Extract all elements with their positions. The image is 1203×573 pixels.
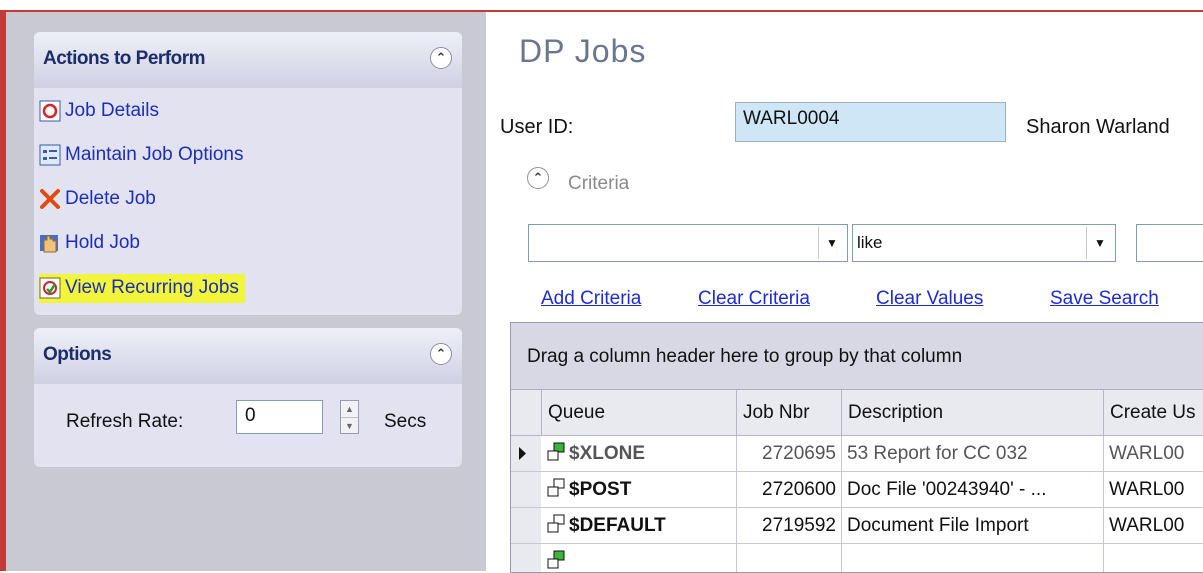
dropdown-arrow-icon[interactable]: ▼ [1086, 227, 1113, 259]
actions-panel: Actions to Perform ⌃ Job Details Maintai… [34, 32, 462, 315]
create-user-cell: WARL00 [1103, 508, 1203, 543]
main-content: DP Jobs User ID: WARL0004 Sharon Warland… [486, 12, 1203, 573]
action-hold-job[interactable]: Hold Job [39, 230, 140, 256]
job-nbr-cell: 2719592 [736, 508, 841, 543]
criteria-operator-combo[interactable]: like ▼ [852, 224, 1116, 262]
action-delete-job[interactable]: Delete Job [39, 186, 156, 212]
job-details-icon [39, 100, 61, 122]
table-row[interactable]: $POST 2720600 Doc File '00243940' - ... … [511, 472, 1203, 508]
job-nbr-cell: 2720695 [736, 436, 841, 471]
refresh-unit-label: Secs [384, 411, 427, 432]
row-selector [511, 508, 541, 543]
clear-values-link[interactable]: Clear Values [876, 288, 983, 310]
options-panel-header[interactable]: Options ⌃ [34, 328, 462, 384]
group-by-area[interactable]: Drag a column header here to group by th… [511, 323, 1203, 390]
action-label: Hold Job [65, 232, 140, 253]
recurring-jobs-icon [39, 277, 61, 299]
refresh-rate-input[interactable]: 0 [236, 400, 323, 434]
description-cell: Document File Import [841, 508, 1103, 543]
row-selector-header [511, 390, 541, 435]
left-sidebar: Actions to Perform ⌃ Job Details Maintai… [6, 12, 486, 571]
options-panel-title: Options [43, 344, 112, 365]
save-search-link[interactable]: Save Search [1050, 288, 1159, 310]
queue-icon [546, 439, 566, 461]
queue-icon [546, 511, 566, 533]
table-row[interactable]: $DEFAULT 2719592 Document File Import WA… [511, 508, 1203, 544]
dropdown-arrow-icon[interactable]: ▼ [818, 227, 845, 259]
column-header-job-nbr[interactable]: Job Nbr [736, 390, 841, 435]
refresh-rate-label: Refresh Rate: [66, 411, 184, 432]
actions-panel-title: Actions to Perform [43, 48, 206, 69]
action-view-recurring-jobs[interactable]: View Recurring Jobs [39, 274, 245, 303]
current-row-indicator [511, 436, 541, 471]
refresh-rate-spinner[interactable]: ▲ ▼ [340, 400, 359, 434]
action-label: Job Details [65, 100, 159, 121]
queue-cell: $DEFAULT [541, 508, 736, 543]
criteria-field-combo[interactable]: ▼ [528, 224, 848, 262]
options-panel: Options ⌃ Refresh Rate: 0 ▲ ▼ Secs [34, 328, 462, 467]
row-selector [511, 544, 541, 572]
queue-cell: $XLONE [541, 436, 736, 471]
queue-icon [546, 475, 566, 497]
queue-name: $DEFAULT [569, 515, 666, 536]
options-icon [39, 144, 61, 166]
action-label: Maintain Job Options [65, 144, 244, 165]
column-header-create-user[interactable]: Create Us [1103, 390, 1203, 435]
user-id-label: User ID: [500, 116, 574, 138]
column-header-queue[interactable]: Queue [541, 390, 736, 435]
queue-cell [541, 544, 736, 572]
create-user-cell: WARL00 [1103, 436, 1203, 471]
description-cell: 53 Report for CC 032 [841, 436, 1103, 471]
column-header-description[interactable]: Description [841, 390, 1103, 435]
queue-name: $XLONE [569, 443, 646, 464]
action-maintain-job-options[interactable]: Maintain Job Options [39, 142, 244, 168]
description-cell: Doc File '00243940' - ... [841, 472, 1103, 507]
clear-criteria-link[interactable]: Clear Criteria [698, 288, 810, 310]
action-label: Delete Job [65, 188, 156, 209]
description-cell [841, 544, 1103, 572]
queue-name: $POST [569, 479, 632, 500]
jobs-grid: Drag a column header here to group by th… [510, 322, 1203, 573]
collapse-options-icon[interactable]: ⌃ [430, 343, 452, 365]
create-user-cell [1103, 544, 1203, 572]
page-title: DP Jobs [519, 33, 647, 69]
grid-header-row: Queue Job Nbr Description Create Us [511, 390, 1203, 436]
job-nbr-cell: 2720600 [736, 472, 841, 507]
action-job-details[interactable]: Job Details [39, 98, 159, 124]
add-criteria-link[interactable]: Add Criteria [541, 288, 641, 310]
window-top-edge [0, 0, 1203, 12]
create-user-cell: WARL00 [1103, 472, 1203, 507]
group-by-hint: Drag a column header here to group by th… [527, 346, 963, 367]
hold-hand-icon [39, 232, 61, 254]
spin-down-icon[interactable]: ▼ [341, 418, 358, 434]
queue-icon [546, 547, 566, 569]
action-label: View Recurring Jobs [65, 277, 239, 298]
criteria-operator-value: like [857, 233, 883, 252]
table-row-partial[interactable] [511, 544, 1203, 572]
criteria-label: Criteria [568, 173, 630, 194]
spin-up-icon[interactable]: ▲ [341, 401, 358, 418]
criteria-value-input[interactable] [1136, 224, 1203, 262]
queue-cell: $POST [541, 472, 736, 507]
user-id-field[interactable]: WARL0004 [735, 102, 1006, 142]
collapse-criteria-icon[interactable]: ⌃ [527, 167, 549, 189]
delete-x-icon [39, 188, 61, 210]
table-row[interactable]: $XLONE 2720695 53 Report for CC 032 WARL… [511, 436, 1203, 472]
actions-panel-header[interactable]: Actions to Perform ⌃ [34, 32, 462, 88]
user-name-label: Sharon Warland [1026, 116, 1170, 138]
job-nbr-cell [736, 544, 841, 572]
collapse-actions-icon[interactable]: ⌃ [430, 47, 452, 69]
row-selector [511, 472, 541, 507]
